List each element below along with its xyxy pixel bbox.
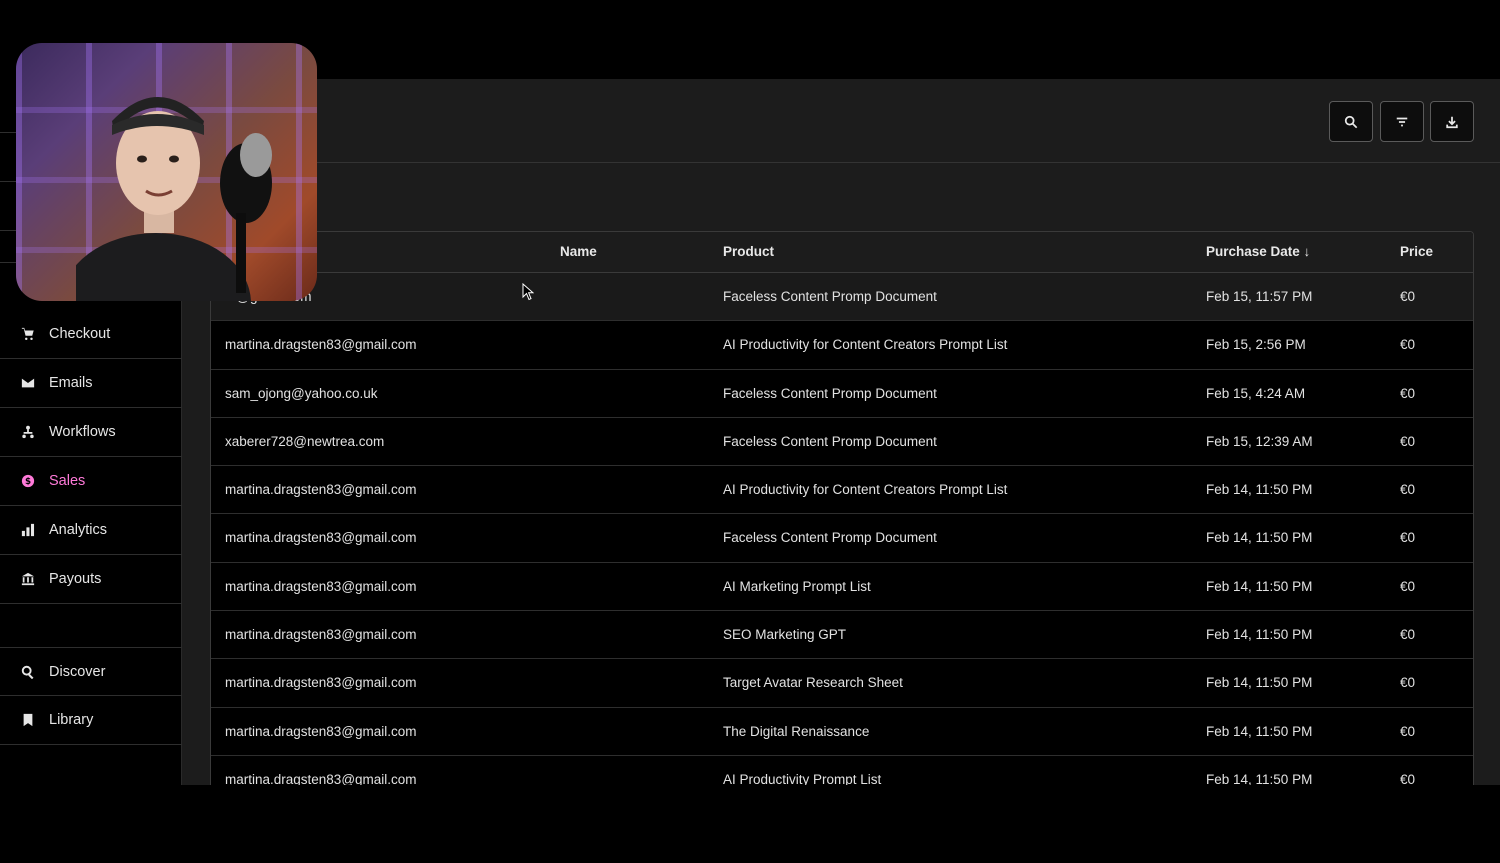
cell-product: Faceless Content Promp Document bbox=[723, 433, 937, 449]
cell-email: martina.dragsten83@gmail.com bbox=[225, 723, 417, 739]
table-row[interactable]: martina.dragsten83@gmail.com AI Producti… bbox=[211, 466, 1473, 515]
table-row[interactable]: martina.dragsten83@gmail.com SEO Marketi… bbox=[211, 611, 1473, 660]
sidebar-item-analytics[interactable]: Analytics bbox=[0, 506, 182, 555]
download-button[interactable] bbox=[1430, 101, 1474, 142]
cell-email: martina.dragsten83@gmail.com bbox=[225, 627, 417, 643]
cell-date: Feb 14, 11:50 PM bbox=[1206, 627, 1313, 643]
cell-product: SEO Marketing GPT bbox=[723, 627, 847, 643]
cell-date: Feb 14, 11:50 PM bbox=[1206, 578, 1313, 594]
cell-date: Feb 15, 4:24 AM bbox=[1206, 385, 1306, 401]
sidebar-item-library[interactable]: Library bbox=[0, 696, 182, 745]
cell-product: Faceless Content Promp Document bbox=[723, 289, 937, 304]
column-header-name[interactable]: Name bbox=[560, 244, 597, 259]
cell-product: AI Productivity Prompt List bbox=[723, 771, 882, 785]
table-row[interactable]: sam_ojong@yahoo.co.uk Faceless Content P… bbox=[211, 370, 1473, 418]
sidebar-item-label: Workflows bbox=[49, 424, 116, 440]
cell-product: Target Avatar Research Sheet bbox=[723, 675, 903, 691]
svg-text:$: $ bbox=[25, 477, 31, 487]
cell-email: sam_ojong@yahoo.co.uk bbox=[225, 385, 378, 401]
cell-price: €0 bbox=[1400, 289, 1416, 304]
sidebar-item-label: Discover bbox=[49, 663, 106, 680]
cell-product: Faceless Content Promp Document bbox=[723, 530, 937, 546]
sidebar-item-label: Analytics bbox=[49, 522, 108, 538]
mouse-cursor-icon bbox=[522, 283, 534, 301]
sales-table: Name Product Purchase Date ↓ Price ...@g… bbox=[210, 231, 1474, 785]
column-header-product[interactable]: Product bbox=[723, 244, 774, 259]
cell-email: martina.dragsten83@gmail.com bbox=[225, 675, 417, 691]
sidebar-item-workflows[interactable]: Workflows bbox=[0, 408, 182, 457]
table-row[interactable]: martina.dragsten83@gmail.com AI Marketin… bbox=[211, 563, 1473, 612]
sidebar-item-label: Library bbox=[49, 712, 94, 728]
cell-price: €0 bbox=[1400, 723, 1416, 739]
cell-price: €0 bbox=[1400, 385, 1416, 401]
dollar-coin-icon: $ bbox=[20, 473, 36, 489]
bank-icon bbox=[20, 571, 36, 587]
table-row[interactable]: martina.dragsten83@gmail.com Faceless Co… bbox=[211, 514, 1473, 563]
cell-date: Feb 15, 2:56 PM bbox=[1206, 337, 1306, 353]
table-row[interactable]: martina.dragsten83@gmail.com Target Avat… bbox=[211, 659, 1473, 708]
cell-date: Feb 14, 11:50 PM bbox=[1206, 530, 1313, 546]
table-row[interactable]: martina.dragsten83@gmail.com The Digital… bbox=[211, 708, 1473, 756]
cell-email: martina.dragsten83@gmail.com bbox=[225, 337, 417, 353]
cell-price: €0 bbox=[1400, 482, 1416, 498]
presenter-avatar bbox=[76, 97, 272, 301]
page-header bbox=[182, 79, 1500, 163]
sidebar-item-label: Sales bbox=[49, 473, 86, 489]
sidebar-item-label: Payouts bbox=[49, 571, 102, 587]
cell-price: €0 bbox=[1400, 337, 1416, 353]
cell-price: €0 bbox=[1400, 578, 1416, 594]
cell-price: €0 bbox=[1400, 530, 1416, 546]
cell-email: martina.dragsten83@gmail.com bbox=[225, 530, 417, 546]
cell-price: €0 bbox=[1400, 627, 1416, 643]
cell-date: Feb 15, 12:39 AM bbox=[1206, 433, 1313, 449]
cell-product: The Digital Renaissance bbox=[723, 723, 870, 739]
cell-product: Faceless Content Promp Document bbox=[723, 385, 937, 401]
sidebar-item-sales[interactable]: $ Sales bbox=[0, 457, 182, 506]
cell-date: Feb 14, 11:50 PM bbox=[1206, 482, 1313, 498]
cell-date: Feb 14, 11:50 PM bbox=[1206, 771, 1313, 785]
filter-icon bbox=[1396, 117, 1408, 126]
workflow-icon bbox=[20, 424, 36, 440]
search-icon bbox=[1344, 115, 1358, 128]
cell-email: martina.dragsten83@gmail.com bbox=[225, 482, 417, 498]
cell-price: €0 bbox=[1400, 433, 1416, 449]
search-button[interactable] bbox=[1329, 101, 1373, 142]
cell-date: Feb 14, 11:50 PM bbox=[1206, 675, 1313, 691]
column-header-purchase-date[interactable]: Purchase Date ↓ bbox=[1206, 244, 1310, 259]
envelope-icon bbox=[20, 375, 36, 391]
cell-email: martina.dragsten83@gmail.com bbox=[225, 578, 417, 594]
table-row[interactable]: xaberer728@newtrea.com Faceless Content … bbox=[211, 418, 1473, 467]
column-header-price[interactable]: Price bbox=[1400, 244, 1433, 259]
filter-button[interactable] bbox=[1380, 101, 1424, 142]
cell-price: €0 bbox=[1400, 771, 1416, 785]
table-row[interactable]: martina.dragsten83@gmail.com AI Producti… bbox=[211, 321, 1473, 370]
cell-product: AI Marketing Prompt List bbox=[723, 578, 871, 594]
cell-email: martina.dragsten83@gmail.com bbox=[225, 771, 417, 785]
table-row[interactable]: ...@gmail.com Faceless Content Promp Doc… bbox=[211, 273, 1473, 322]
sidebar-item-emails[interactable]: Emails bbox=[0, 359, 182, 408]
bar-chart-icon bbox=[20, 522, 36, 538]
sidebar-item-label: Emails bbox=[49, 375, 93, 391]
download-icon bbox=[1446, 116, 1458, 128]
cell-price: €0 bbox=[1400, 675, 1416, 691]
cell-email: xaberer728@newtrea.com bbox=[225, 433, 385, 449]
sidebar-item-discover[interactable]: Discover bbox=[0, 647, 182, 696]
sidebar-item-payouts[interactable]: Payouts bbox=[0, 555, 182, 604]
sidebar-item-label: Checkout bbox=[49, 326, 111, 342]
search-icon bbox=[20, 664, 36, 680]
cell-product: AI Productivity for Content Creators Pro… bbox=[723, 482, 1008, 498]
bookmark-icon bbox=[20, 712, 36, 728]
cell-date: Feb 15, 11:57 PM bbox=[1206, 289, 1313, 304]
table-header: Name Product Purchase Date ↓ Price bbox=[211, 232, 1473, 273]
webcam-overlay bbox=[16, 43, 317, 301]
sidebar-item-checkout[interactable]: Checkout bbox=[0, 310, 182, 359]
cart-icon bbox=[20, 326, 36, 342]
cell-product: AI Productivity for Content Creators Pro… bbox=[723, 337, 1008, 353]
table-row[interactable]: martina.dragsten83@gmail.com AI Producti… bbox=[211, 756, 1473, 785]
cell-date: Feb 14, 11:50 PM bbox=[1206, 723, 1313, 739]
main-content: ) Name Product Purchase Date ↓ Price ...… bbox=[182, 79, 1500, 785]
